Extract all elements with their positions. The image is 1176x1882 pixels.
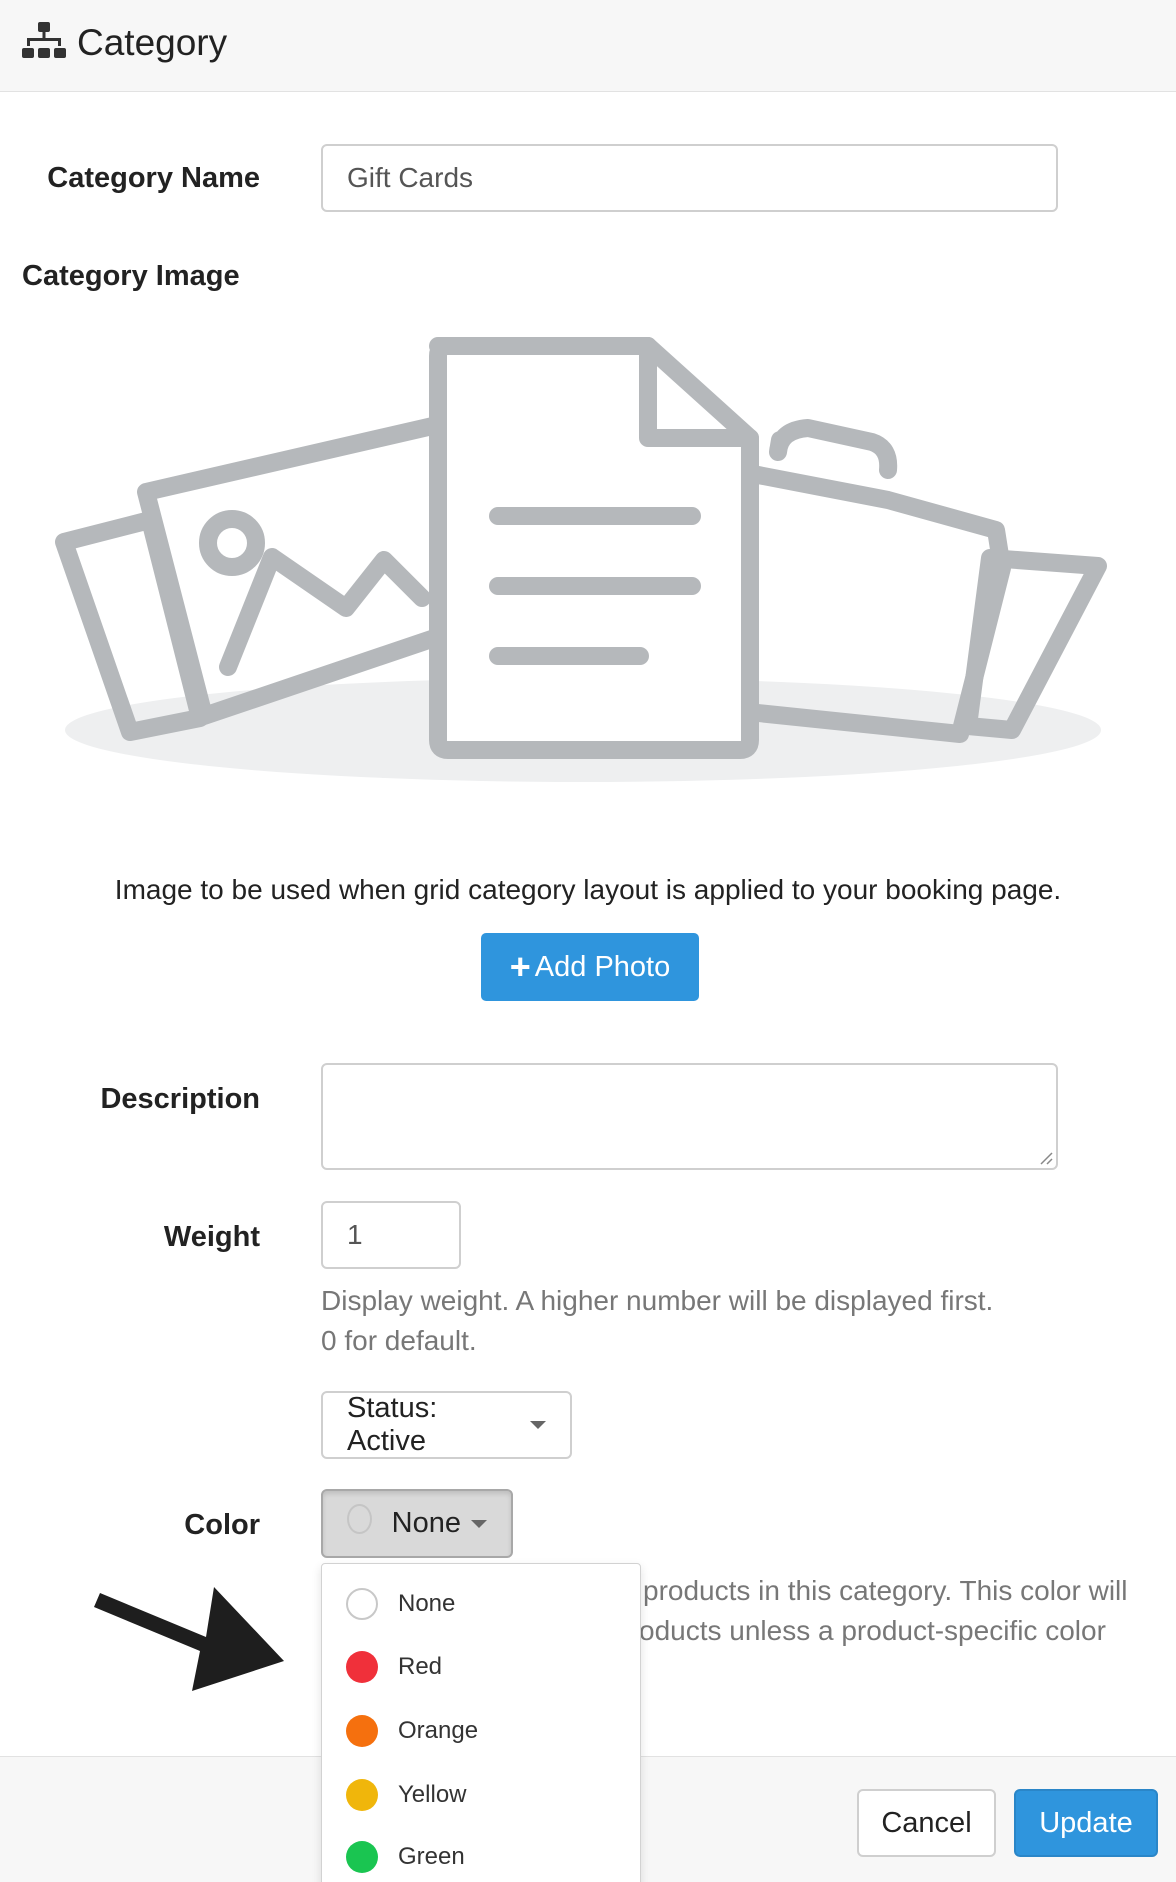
color-option-label: Red bbox=[398, 1653, 443, 1680]
color-swatch-icon bbox=[347, 1503, 372, 1534]
resize-handle-icon[interactable] bbox=[1039, 1151, 1053, 1165]
color-option-label: None bbox=[398, 1590, 456, 1617]
description-textarea[interactable] bbox=[321, 1063, 1058, 1170]
color-label: Color bbox=[184, 1509, 260, 1541]
color-option-yellow[interactable]: Yellow bbox=[322, 1770, 640, 1820]
add-photo-button[interactable]: + Add Photo bbox=[481, 933, 699, 1001]
color-dot-yellow bbox=[346, 1779, 378, 1811]
color-dot-red bbox=[346, 1651, 378, 1683]
arrow-annotation-icon bbox=[94, 1587, 284, 1691]
sitemap-icon bbox=[22, 22, 66, 58]
color-help-line1: products in this category. This color wi… bbox=[643, 1575, 1128, 1606]
color-option-label: Green bbox=[398, 1843, 465, 1870]
color-option-label: Orange bbox=[398, 1717, 479, 1744]
page-title: Category bbox=[77, 22, 228, 63]
add-photo-label: Add Photo bbox=[534, 950, 671, 983]
weight-help-line1: Display weight. A higher number will be … bbox=[321, 1285, 994, 1316]
color-option-green[interactable]: Green bbox=[322, 1832, 640, 1882]
page-header: Category bbox=[0, 0, 1176, 92]
color-dot-none bbox=[346, 1588, 378, 1620]
color-option-red[interactable]: Red bbox=[322, 1642, 640, 1692]
weight-label: Weight bbox=[163, 1221, 260, 1253]
color-option-orange[interactable]: Orange bbox=[322, 1706, 640, 1756]
color-dropdown[interactable]: None bbox=[321, 1489, 513, 1558]
weight-help-line2: 0 for default. bbox=[321, 1325, 477, 1356]
weight-input[interactable]: 1 bbox=[321, 1201, 461, 1269]
plus-icon: + bbox=[509, 946, 531, 987]
status-dropdown-label: Status: Active bbox=[347, 1392, 438, 1457]
status-dropdown[interactable]: Status: Active bbox=[321, 1391, 572, 1459]
description-label: Description bbox=[100, 1083, 260, 1115]
color-option-none[interactable]: None bbox=[322, 1579, 640, 1629]
category-name-input[interactable]: Gift Cards bbox=[321, 144, 1058, 212]
caret-down-icon bbox=[471, 1519, 487, 1528]
color-option-label: Yellow bbox=[398, 1781, 467, 1808]
color-dropdown-label: None bbox=[391, 1507, 461, 1539]
color-dot-green bbox=[346, 1841, 378, 1873]
cancel-button[interactable]: Cancel bbox=[857, 1789, 996, 1857]
color-dropdown-menu: None Red Orange Yellow Green bbox=[321, 1563, 641, 1882]
color-dot-orange bbox=[346, 1715, 378, 1747]
caret-down-icon bbox=[530, 1421, 546, 1429]
category-name-label: Category Name bbox=[47, 162, 260, 194]
image-placeholder-illustration bbox=[55, 337, 1107, 782]
image-help-text: Image to be used when grid category layo… bbox=[114, 874, 1062, 905]
category-image-label: Category Image bbox=[22, 260, 240, 292]
update-button[interactable]: Update bbox=[1014, 1789, 1158, 1857]
color-help-line2: oducts unless a product-specific color bbox=[639, 1615, 1106, 1646]
